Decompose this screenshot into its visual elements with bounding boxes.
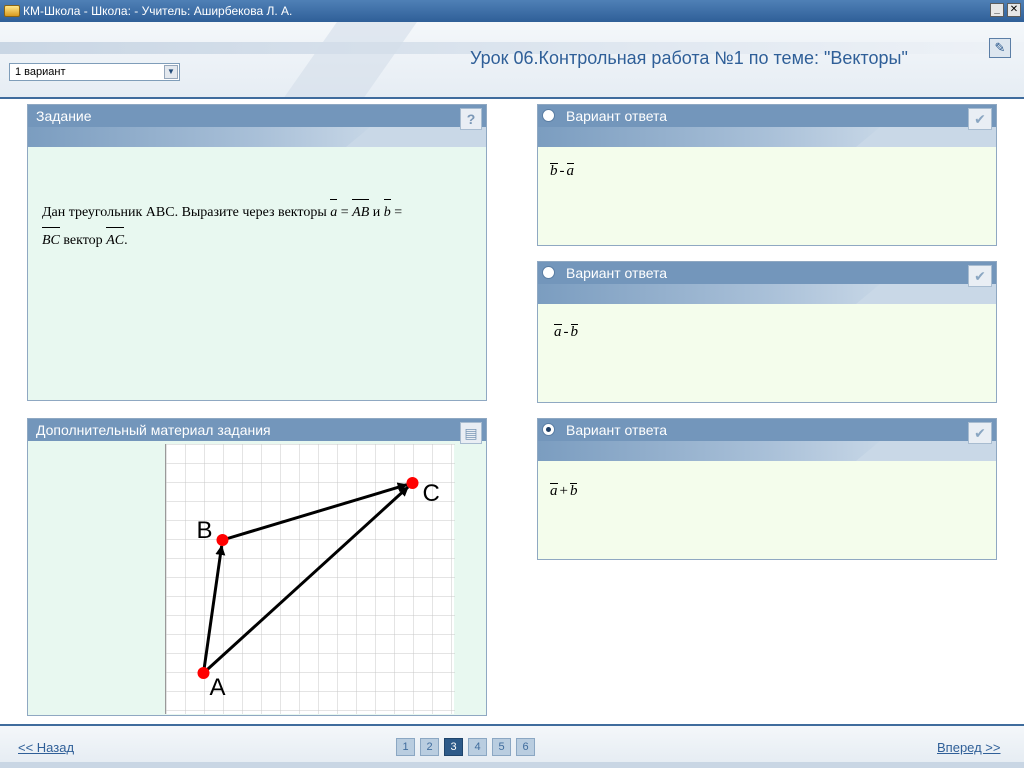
- question-icon[interactable]: ?: [460, 108, 482, 130]
- point-label-A: A: [210, 674, 226, 701]
- answer-radio-3[interactable]: [542, 423, 555, 436]
- check-icon[interactable]: ✔: [968, 265, 992, 287]
- answer-formula-3: a + b: [550, 483, 578, 499]
- grid-diagram: A B C: [166, 444, 455, 714]
- point-C: [406, 477, 419, 489]
- point-label-B: B: [197, 517, 213, 544]
- vector-b: b: [383, 199, 391, 227]
- answer-heading: Вариант ответа: [538, 419, 996, 441]
- triangle-figure: A B C: [165, 444, 455, 714]
- variant-select[interactable]: 1 вариант ▼: [9, 63, 180, 81]
- minimize-button[interactable]: _: [990, 3, 1004, 17]
- answer-option-1[interactable]: Вариант ответа ✔ b-a: [537, 104, 997, 246]
- forward-link[interactable]: Вперед >>: [937, 740, 1001, 755]
- pager: 1 2 3 4 5 6: [396, 738, 535, 756]
- chevron-down-icon[interactable]: ▼: [164, 65, 178, 79]
- header: 1 вариант ▼ Урок 06.Контрольная работа №…: [0, 22, 1024, 99]
- answer-option-2[interactable]: Вариант ответа ✔ a-b: [537, 261, 997, 403]
- answer-heading: Вариант ответа: [538, 105, 996, 127]
- footer: << Назад 1 2 3 4 5 6 Вперед >>: [0, 724, 1024, 768]
- app-icon: [4, 5, 20, 17]
- answer-heading: Вариант ответа: [538, 262, 996, 284]
- back-link[interactable]: << Назад: [18, 740, 74, 755]
- variant-select-value: 1 вариант: [15, 66, 66, 78]
- vector-BC: BC: [42, 227, 60, 255]
- task-panel: Задание ? Дан треугольник ABC. Выразите …: [27, 104, 487, 401]
- check-icon[interactable]: ✔: [968, 108, 992, 130]
- edit-icon[interactable]: ✎: [989, 38, 1011, 58]
- page-button-2[interactable]: 2: [420, 738, 439, 756]
- answer-formula-2: a-b: [554, 324, 578, 340]
- point-B: [216, 534, 229, 546]
- answer-radio-1[interactable]: [542, 109, 555, 122]
- task-heading: Задание: [28, 105, 486, 127]
- vector-AC: AC: [106, 227, 124, 255]
- extra-material-panel: Дополнительный материал задания ▤ A B C: [27, 418, 487, 716]
- document-icon[interactable]: ▤: [460, 422, 482, 444]
- task-text: Дан треугольник ABC. Выразите через вект…: [42, 199, 482, 255]
- close-button[interactable]: ✕: [1007, 3, 1021, 17]
- point-label-C: C: [423, 480, 440, 507]
- page-button-3[interactable]: 3: [444, 738, 463, 756]
- window-title: КМ-Школа - Школа: - Учитель: Аширбекова …: [23, 4, 293, 18]
- answer-formula-1: b-a: [550, 163, 574, 179]
- page-button-5[interactable]: 5: [492, 738, 511, 756]
- lesson-title: Урок 06.Контрольная работа №1 по теме: "…: [470, 48, 908, 68]
- vector-AB: AB: [352, 199, 370, 227]
- page-button-4[interactable]: 4: [468, 738, 487, 756]
- check-icon[interactable]: ✔: [968, 422, 992, 444]
- page-button-1[interactable]: 1: [396, 738, 415, 756]
- vector-a: a: [330, 199, 338, 227]
- answer-radio-2[interactable]: [542, 266, 555, 279]
- point-A: [197, 667, 210, 679]
- page-button-6[interactable]: 6: [516, 738, 535, 756]
- extra-heading: Дополнительный материал задания: [28, 419, 486, 441]
- title-bar: КМ-Школа - Школа: - Учитель: Аширбекова …: [0, 0, 1024, 22]
- answer-option-3[interactable]: Вариант ответа ✔ a + b: [537, 418, 997, 560]
